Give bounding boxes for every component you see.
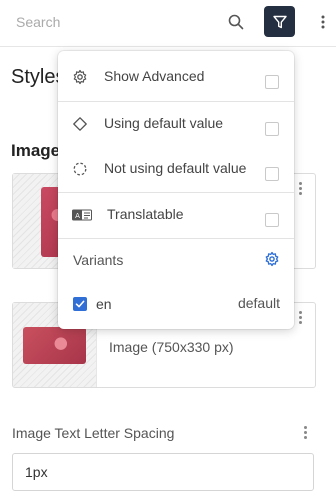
card-menu-button[interactable] (295, 180, 305, 198)
search-input[interactable] (8, 8, 229, 36)
more-options-button[interactable] (314, 8, 332, 36)
show-advanced-checkbox[interactable] (265, 75, 279, 89)
using-default-checkbox[interactable] (265, 122, 279, 136)
variant-default-label: default (237, 295, 280, 311)
menu-item-label: Show Advanced (104, 68, 205, 84)
letter-spacing-label: Image Text Letter Spacing (12, 425, 175, 441)
top-bar (0, 0, 336, 47)
menu-item-label: Using default value (104, 115, 224, 131)
menu-item-show-advanced[interactable]: Show Advanced (58, 55, 294, 100)
translate-icon: A (72, 207, 92, 223)
diamond-icon (72, 116, 88, 132)
letter-spacing-input[interactable] (12, 453, 314, 491)
field-menu-button[interactable] (300, 424, 310, 442)
translatable-checkbox[interactable] (265, 213, 279, 227)
vertical-ellipsis-icon (321, 15, 325, 29)
menu-item-label: Not using default value (104, 160, 247, 176)
menu-item-label: Translatable (107, 206, 184, 222)
variant-en-label: en (96, 296, 112, 312)
search-button[interactable] (223, 8, 249, 36)
cog-outline-icon (72, 69, 88, 85)
variants-label: Variants (73, 252, 124, 268)
filter-icon (272, 15, 287, 28)
filter-dropdown: Show Advanced Using default value Not us… (58, 51, 294, 329)
checkmark-icon (75, 300, 85, 308)
filter-button[interactable] (264, 6, 295, 37)
svg-text:A: A (75, 212, 80, 220)
menu-item-using-default[interactable]: Using default value (58, 102, 294, 147)
card-menu-button[interactable] (295, 309, 305, 327)
divider (58, 238, 294, 239)
search-icon (228, 14, 244, 30)
variants-settings-button[interactable] (264, 251, 280, 267)
image-caption: Image (750x330 px) (109, 339, 234, 355)
menu-item-not-using-default[interactable]: Not using default value (58, 147, 294, 192)
menu-item-translatable[interactable]: A Translatable (58, 193, 294, 238)
not-using-default-checkbox[interactable] (265, 167, 279, 181)
gear-icon (265, 251, 279, 267)
image-thumbnail (23, 327, 86, 364)
dashed-circle-icon (72, 161, 88, 177)
group-label: Image (11, 141, 61, 160)
variant-en-checkbox[interactable] (73, 297, 87, 311)
